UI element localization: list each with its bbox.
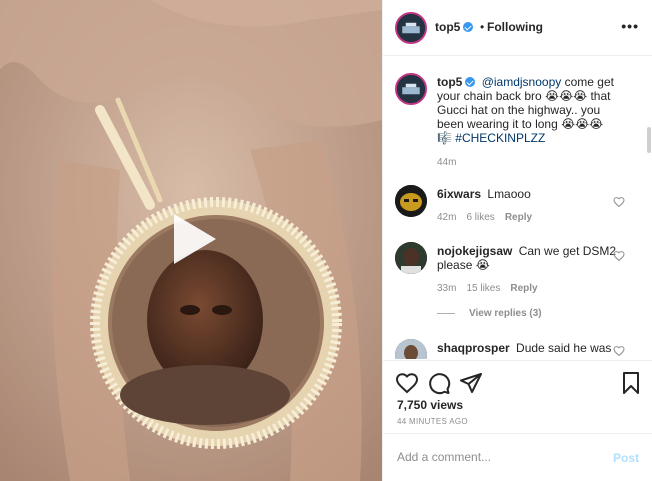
reply-button[interactable]: Reply [510,283,537,294]
post-video[interactable] [0,0,382,481]
like-comment-heart-icon[interactable] [613,345,625,357]
like-comment-heart-icon[interactable] [613,196,625,208]
commenter-username[interactable]: nojokejigsaw [437,244,512,258]
commenter-username[interactable]: shaqprosper [437,341,510,355]
verified-badge-icon [465,77,476,87]
comment-likes[interactable]: 6 likes [466,212,494,223]
comment-input[interactable] [397,448,597,466]
caption-time[interactable]: 44m [437,157,456,168]
post-comment-button[interactable]: Post [613,451,639,465]
share-paper-plane-icon[interactable] [459,371,483,395]
play-button[interactable] [160,208,222,270]
caption-username[interactable]: top5 [437,75,476,89]
verified-badge-icon [463,22,474,32]
caption-hashtag-link[interactable]: #CHECKINPLZZ [455,131,545,145]
comment-bubble-icon[interactable] [427,371,451,395]
commenter-avatar[interactable] [395,185,427,217]
comment-text: nojokejigsaw Can we get DSM2 please 😭 [437,244,617,272]
comment-likes[interactable]: 15 likes [466,283,500,294]
commenter-avatar[interactable] [395,242,427,274]
view-count[interactable]: 7,750 views [397,398,463,412]
caption-text: top5 @iamdjsnoopy come get your chain ba… [437,75,617,145]
following-button[interactable]: Following [487,20,543,34]
more-horizontal-icon[interactable]: ••• [621,18,639,34]
comment-time[interactable]: 33m [437,283,456,294]
commenter-username[interactable]: 6ixwars [437,187,481,201]
comment-text: 6ixwars Lmaooo [437,187,617,201]
play-icon [174,214,216,264]
comment-text: shaqprosper Dude said he was [437,341,617,355]
separator-dot: • [480,20,485,34]
comment-body: Dude said he was [516,341,612,355]
comments-scrollbar[interactable] [647,127,651,153]
reply-button[interactable]: Reply [505,212,532,223]
author-username[interactable]: top5 [435,20,474,34]
comment-meta: 33m 15 likes Reply [437,283,548,294]
view-replies-button[interactable]: View replies (3) [437,308,542,319]
caption-mention-link[interactable]: @iamdjsnoopy [482,75,562,89]
comment-body: Lmaooo [487,187,531,201]
commenter-avatar[interactable] [395,339,427,359]
caption-meta: 44m [437,157,466,168]
comment-meta: 42m 6 likes Reply [437,212,542,223]
add-comment-bar: Post [383,433,652,481]
post-timestamp[interactable]: 44 MINUTES AGO [397,417,468,426]
author-avatar[interactable] [395,12,427,44]
save-bookmark-icon[interactable] [619,371,643,395]
like-comment-heart-icon[interactable] [613,250,625,262]
comments-list[interactable]: top5 @iamdjsnoopy come get your chain ba… [383,57,652,359]
post-header: top5 • Following ••• [383,0,652,56]
post-side-panel: top5 • Following ••• top5 @iamdjsnoopy c… [382,0,652,481]
comment-time[interactable]: 42m [437,212,456,223]
caption-author-avatar[interactable] [395,73,427,105]
like-heart-icon[interactable] [395,371,419,395]
